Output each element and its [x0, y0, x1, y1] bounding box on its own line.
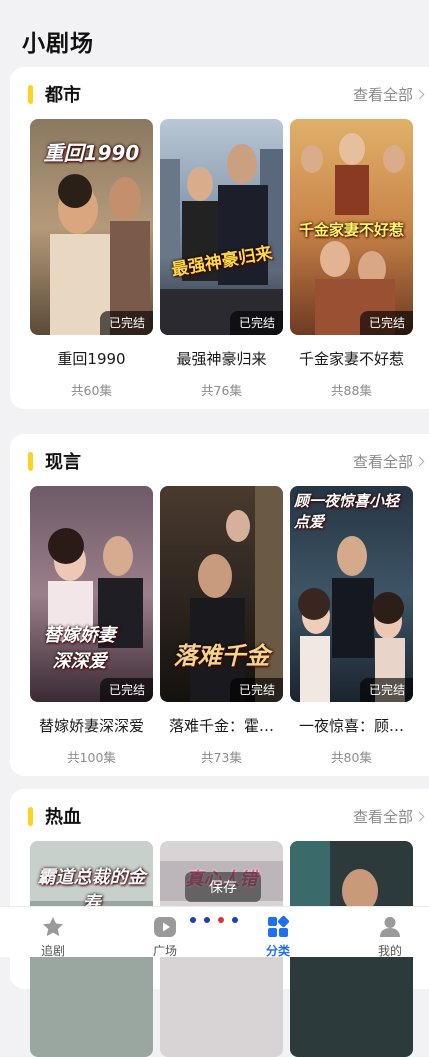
section-accent-bar: [28, 807, 33, 826]
status-badge: 已完结: [229, 311, 283, 335]
nav-label: 追剧: [40, 944, 65, 958]
indicator-dot: [190, 917, 196, 923]
page-title: 小剧场: [22, 31, 94, 57]
nav-item-fenlei[interactable]: 分类: [238, 907, 318, 958]
chevron-right-icon: [414, 89, 425, 100]
poster-title: 顾一夜惊喜小轻点爱: [294, 492, 400, 531]
drama-name: 千金家妻不好惹: [298, 350, 404, 368]
view-all-label: 查看全部: [352, 808, 413, 826]
save-toast: 保存: [185, 872, 261, 902]
indicator-dot: [204, 917, 210, 923]
page-indicator: [190, 917, 238, 923]
drama-name: 一夜惊喜：顾…: [298, 717, 404, 735]
episode-count: 共100集: [67, 750, 116, 765]
episode-count: 共73集: [201, 750, 242, 765]
poster-image[interactable]: 落难千金 已完结: [160, 486, 283, 702]
drama-name: 最强神豪归来: [176, 350, 267, 368]
poster-title: 替嫁娇妻深深爱: [43, 625, 116, 672]
poster-image[interactable]: 顾一夜惊喜小轻点爱 已完结: [290, 486, 413, 702]
section-header: 现言 查看全部: [10, 434, 429, 488]
nav-item-guangchang[interactable]: 广场: [125, 907, 205, 958]
poster-image[interactable]: 最强神豪归来 已完结: [160, 119, 283, 335]
view-all-label: 查看全部: [352, 453, 413, 471]
episode-count: 共60集: [71, 383, 112, 398]
section-accent-bar: [28, 452, 33, 471]
drama-name: 落难千金：霍…: [168, 717, 274, 735]
indicator-dot: [232, 917, 238, 923]
chevron-right-icon: [414, 811, 425, 822]
section-dushi: 都市 查看全部 重回1990 已完结 重回1990 共60集 最强神豪归来 已完…: [10, 67, 429, 409]
poster-title: 重回1990: [43, 141, 140, 165]
chevron-right-icon: [414, 456, 425, 467]
status-badge: 已完结: [229, 678, 283, 702]
status-badge: 已完结: [99, 678, 153, 702]
episode-count: 共80集: [331, 750, 372, 765]
view-all-link[interactable]: 查看全部: [352, 84, 425, 105]
nav-label: 我的: [377, 944, 402, 958]
poster-image[interactable]: 替嫁娇妻深深爱 已完结: [30, 486, 153, 702]
section-title: 热血: [45, 807, 81, 828]
episode-count: 共88集: [331, 383, 372, 398]
nav-label: 广场: [152, 944, 177, 958]
status-badge: 已完结: [99, 311, 153, 335]
bottom-nav: 追剧 广场 分类 我的: [0, 906, 429, 958]
drama-name: 替嫁娇妻深深爱: [38, 717, 144, 735]
section-title: 都市: [45, 85, 81, 106]
episode-count: 共76集: [201, 383, 242, 398]
indicator-dot: [218, 917, 224, 923]
drama-name: 重回1990: [57, 350, 126, 368]
section-header: 都市 查看全部: [10, 67, 429, 121]
status-badge: 已完结: [359, 311, 413, 335]
section-xianyan: 现言 查看全部 替嫁娇妻深深爱 已完结 替嫁娇妻深深爱 共100集 落难千金 已…: [10, 434, 429, 776]
poster-image[interactable]: 重回1990 已完结: [30, 119, 153, 335]
nav-item-wode[interactable]: 我的: [350, 907, 429, 958]
poster-title: 落难千金: [173, 642, 270, 670]
play-icon: [154, 917, 176, 937]
view-all-link[interactable]: 查看全部: [352, 806, 425, 827]
view-all-label: 查看全部: [352, 86, 413, 104]
category-icon: [268, 915, 290, 937]
nav-item-zhuiju[interactable]: 追剧: [13, 907, 93, 958]
status-badge: 已完结: [359, 678, 413, 702]
poster-title: 千金家妻不好惹: [298, 221, 404, 239]
nav-label: 分类: [265, 944, 290, 958]
section-header: 热血 查看全部: [10, 789, 429, 843]
poster-image[interactable]: 千金家妻不好惹 已完结: [290, 119, 413, 335]
user-icon: [380, 917, 400, 937]
view-all-link[interactable]: 查看全部: [352, 451, 425, 472]
section-title: 现言: [45, 452, 81, 473]
section-accent-bar: [28, 85, 33, 104]
star-icon: [43, 917, 63, 937]
